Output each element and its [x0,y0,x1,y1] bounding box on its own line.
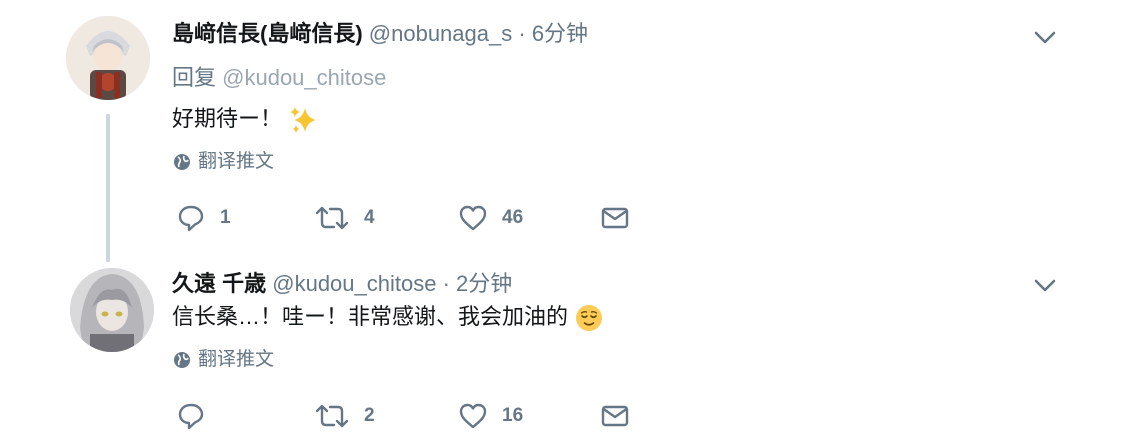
like-count: 46 [502,207,524,228]
tweet-actions: 2 16 [172,398,652,434]
display-name[interactable]: 久遠 千歳 [172,271,266,296]
tweet-header: 島﨑信長(島﨑信長) @nobunaga_s · 6分钟 [172,20,588,48]
tweet-text: 好期待ー！ [172,104,318,135]
tweet-text-content: 信长桑…！哇ー！非常感谢、我会加油的 [172,304,569,329]
reply-prefix: 回复 [172,65,217,90]
separator-dot: · [518,21,526,46]
translate-label: 翻译推文 [198,151,275,172]
retweet-button[interactable]: 2 [314,398,375,434]
like-button[interactable]: 16 [458,398,523,434]
chevron-down-icon[interactable] [1032,272,1058,298]
translate-tweet-link[interactable]: 翻译推文 [172,150,274,174]
retweet-count: 2 [364,405,375,426]
direct-message-button[interactable] [600,200,630,236]
heart-icon [459,205,487,231]
envelope-icon [601,207,629,229]
separator-dot: · [442,271,450,296]
reply-count: 1 [220,207,231,228]
retweet-icon [315,206,349,230]
avatar[interactable] [70,268,154,352]
display-name[interactable]: 島﨑信長(島﨑信長) [172,21,363,46]
chevron-down-icon[interactable] [1032,24,1058,50]
reply-button[interactable] [176,398,220,434]
reply-icon [178,403,204,430]
globe-icon [174,352,190,368]
thread-connector-line [106,114,110,262]
user-handle[interactable]: @nobunaga_s [369,21,512,46]
user-handle[interactable]: @kudou_chitose [272,271,436,296]
replying-to: 回复 @kudou_chitose [172,64,386,92]
retweet-count: 4 [364,207,375,228]
retweet-button[interactable]: 4 [314,200,375,236]
globe-icon [174,154,190,170]
translate-label: 翻译推文 [198,349,275,370]
reply-icon [178,205,204,232]
translate-tweet-link[interactable]: 翻译推文 [172,348,274,372]
tweet-text-content: 好期待ー！ [172,106,283,131]
tweet-header: 久遠 千歳 @kudou_chitose · 2分钟 [172,270,512,298]
reply-button[interactable]: 1 [176,200,231,236]
like-button[interactable]: 46 [458,200,523,236]
timestamp[interactable]: 2分钟 [456,271,512,296]
tweet-nobunaga[interactable]: 島﨑信長(島﨑信長) @nobunaga_s · 6分钟 回复 @kudou_c… [0,0,1128,262]
relieved-face-icon [576,305,603,332]
direct-message-button[interactable] [600,398,630,434]
tweet-actions: 1 4 46 [172,200,652,236]
tweet-kudou[interactable]: 久遠 千歳 @kudou_chitose · 2分钟 信长桑…！哇ー！非常感谢、… [0,252,1128,448]
avatar[interactable] [66,16,150,100]
sparkles-icon [290,107,317,134]
tweet-text: 信长桑…！哇ー！非常感谢、我会加油的 [172,302,604,333]
reply-to-handle[interactable]: @kudou_chitose [222,65,386,90]
timestamp[interactable]: 6分钟 [532,21,588,46]
like-count: 16 [502,405,524,426]
envelope-icon [601,405,629,427]
heart-icon [459,403,487,429]
retweet-icon [315,404,349,428]
